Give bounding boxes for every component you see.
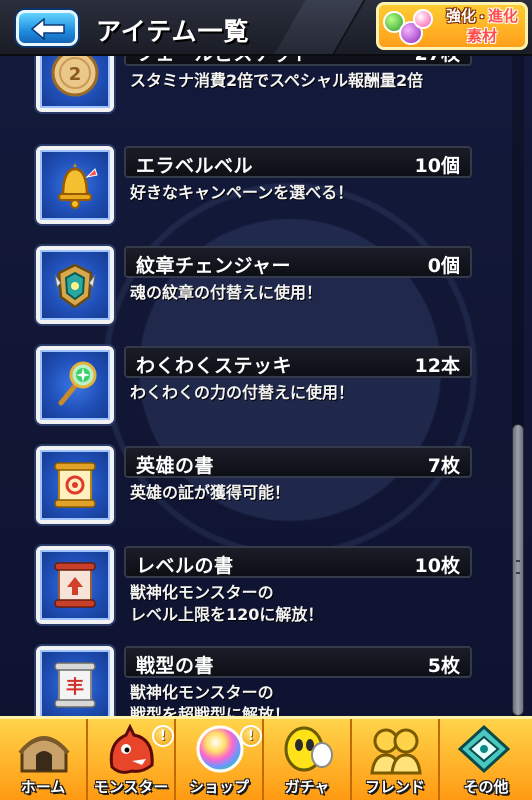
item-name-bar: フェールビスケット 27枚 (124, 56, 472, 66)
gacha-icon (284, 726, 333, 772)
magic-stick-icon (36, 346, 114, 424)
item-description: 英雄の証が獲得可能！ (130, 483, 291, 502)
item-name-bar: 戦型の書 5枚 (124, 646, 472, 678)
item-name: エラベルベル (136, 155, 254, 177)
nav-label: その他 (463, 778, 509, 796)
item-description: 魂の紋章の付替えに使用！ (130, 283, 323, 302)
item-name: レベルの書 (136, 555, 234, 577)
list-item[interactable]: エラベルベル 10個 好きなキャンペーンを選べる！ (0, 146, 512, 236)
nav-label: ショップ (188, 778, 249, 796)
item-name: 戦型の書 (136, 655, 215, 677)
item-name: 英雄の書 (136, 455, 215, 477)
enhance-evolve-label: 強化・進化 素材 (445, 7, 519, 45)
battle-type-scroll-icon: 丰 (36, 646, 114, 716)
item-description: 好きなキャンペーンを選べる！ (130, 183, 354, 202)
item-name-bar: 紋章チェンジャー 0個 (124, 246, 472, 278)
list-item[interactable]: わくわくステッキ 12本 わくわくの力の付替えに使用！ (0, 346, 512, 436)
item-count: 12本 (414, 355, 460, 377)
home-icon (18, 736, 70, 773)
item-count: 10枚 (414, 555, 460, 577)
header-bar: アイテム一覧 強化・進化 素材 (0, 0, 532, 56)
back-button[interactable] (16, 10, 78, 46)
notification-badge: ! (152, 725, 174, 747)
other-icon (457, 724, 511, 774)
friend-icon (370, 728, 422, 775)
item-count: 5枚 (427, 655, 460, 677)
item-description: わくわくの力の付替えに使用！ (130, 383, 355, 402)
bell-icon (36, 146, 114, 224)
nav-other[interactable]: その他 (440, 719, 532, 800)
item-count: 27枚 (415, 56, 460, 66)
item-count: 7枚 (427, 455, 460, 477)
header-divider (274, 0, 366, 54)
item-count: 0個 (427, 255, 460, 277)
svg-text:2: 2 (69, 64, 82, 85)
scrollbar-thumb[interactable] (512, 424, 524, 716)
enhance-evolve-materials-button[interactable]: 強化・進化 素材 (376, 2, 528, 50)
nav-label: フレンド (364, 778, 425, 796)
list-item[interactable]: 英雄の書 7枚 英雄の証が獲得可能！ (0, 446, 512, 536)
item-name: 紋章チェンジャー (136, 255, 292, 277)
item-name-bar: わくわくステッキ 12本 (124, 346, 472, 378)
nav-friend[interactable]: フレンド (352, 719, 440, 800)
list-item[interactable]: 丰 戦型の書 5枚 獣神化モンスターの 戦型を超戦型に解放！ (0, 646, 512, 716)
item-name-bar: 英雄の書 7枚 (124, 446, 472, 478)
list-item[interactable]: レベルの書 10枚 獣神化モンスターの レベル上限を120に解放！ (0, 546, 512, 636)
emblem-changer-icon (36, 246, 114, 324)
item-description: スタミナ消費2倍でスペシャル報酬量2倍 (130, 71, 424, 90)
item-name: フェールビスケット (136, 56, 312, 66)
biscuit-icon: 2 (36, 56, 114, 112)
nav-label: ガチャ (284, 778, 330, 796)
list-item[interactable]: 2 フェールビスケット 27枚 スタミナ消費2倍でスペシャル報酬量2倍 (0, 56, 512, 124)
item-description: 獣神化モンスターの 戦型を超戦型に解放！ (130, 683, 291, 716)
notification-badge: ! (240, 725, 262, 747)
bottom-nav: ホーム ! モンスター ! ショップ ガチャ フレンド その他 (0, 716, 532, 800)
nav-shop[interactable]: ! ショップ (176, 719, 264, 800)
item-name: わくわくステッキ (136, 355, 293, 377)
nav-gacha[interactable]: ガチャ (264, 719, 352, 800)
nav-home[interactable]: ホーム (0, 719, 88, 800)
nav-label: ホーム (20, 778, 66, 796)
item-count: 10個 (414, 155, 460, 177)
list-item[interactable]: 紋章チェンジャー 0個 魂の紋章の付替えに使用！ (0, 246, 512, 336)
level-scroll-icon (36, 546, 114, 624)
page-title: アイテム一覧 (96, 17, 250, 46)
nav-label: モンスター (93, 778, 169, 796)
materials-orbs-icon (381, 7, 437, 47)
item-description: 獣神化モンスターの レベル上限を120に解放！ (130, 583, 324, 624)
hero-scroll-icon (36, 446, 114, 524)
item-name-bar: エラベルベル 10個 (124, 146, 472, 178)
item-name-bar: レベルの書 10枚 (124, 546, 472, 578)
svg-text:丰: 丰 (66, 676, 84, 698)
item-list[interactable]: 2 フェールビスケット 27枚 スタミナ消費2倍でスペシャル報酬量2倍 エラベル… (0, 56, 512, 716)
scrollbar-grip-icon (516, 560, 520, 574)
back-arrow-icon (30, 18, 65, 40)
nav-monster[interactable]: ! モンスター (88, 719, 176, 800)
